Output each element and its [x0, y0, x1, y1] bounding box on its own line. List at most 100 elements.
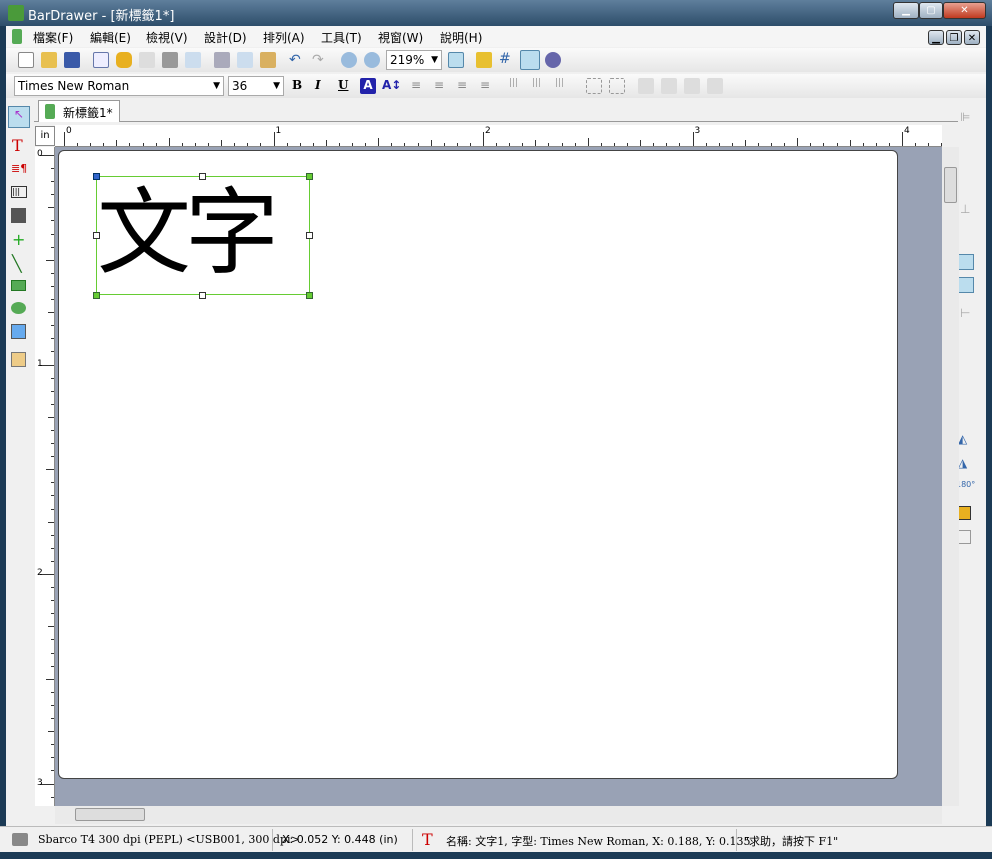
select-tool-icon[interactable]: ↖: [8, 106, 30, 128]
italic-button[interactable]: I: [315, 78, 331, 94]
ruler-tick: [404, 143, 406, 146]
group-icon[interactable]: [586, 78, 602, 94]
resize-handle[interactable]: [199, 173, 206, 180]
resize-handle[interactable]: [93, 232, 100, 239]
label-page[interactable]: 文字: [58, 150, 898, 779]
database-icon[interactable]: [116, 52, 132, 68]
ruler-icon[interactable]: [476, 52, 492, 68]
2d-barcode-tool-icon[interactable]: [11, 208, 26, 223]
resize-handle[interactable]: [306, 232, 313, 239]
mdi-minimize-button[interactable]: ▁: [928, 30, 944, 45]
underline-button[interactable]: U: [338, 78, 354, 94]
menu-file[interactable]: 檔案(F): [33, 29, 73, 46]
align-center-icon[interactable]: ≡: [434, 78, 450, 94]
ruler-tick: [600, 143, 602, 146]
text-tool-icon[interactable]: T: [12, 136, 23, 155]
send-back-icon[interactable]: [661, 78, 677, 94]
horizontal-scroll-thumb[interactable]: [75, 808, 145, 821]
print-icon[interactable]: [162, 52, 178, 68]
text-object[interactable]: 文字: [96, 176, 310, 295]
zoom-in-icon[interactable]: [341, 52, 357, 68]
ruler-tick: [51, 757, 54, 759]
minimize-button[interactable]: ▁: [893, 2, 919, 19]
ruler-tick: [692, 132, 694, 146]
anchor-handle[interactable]: [93, 173, 100, 180]
justify-icon[interactable]: ≡: [480, 78, 496, 94]
ruler-label: 0: [66, 126, 72, 136]
text-color-button[interactable]: A: [360, 78, 376, 94]
font-size-select[interactable]: 36 ▼: [228, 76, 284, 96]
menu-tools[interactable]: 工具(T): [321, 29, 362, 46]
cross-tool-icon[interactable]: +: [12, 230, 25, 249]
ellipse-tool-icon[interactable]: [11, 302, 26, 314]
align-right-icon[interactable]: ≡: [457, 78, 473, 94]
unlock-icon[interactable]: [958, 530, 971, 544]
table-icon[interactable]: [139, 52, 155, 68]
menu-help[interactable]: 說明(H): [440, 29, 482, 46]
align-center-icon[interactable]: ⊥: [960, 202, 970, 216]
zoom-out-icon[interactable]: [364, 52, 380, 68]
menu-design[interactable]: 設計(D): [204, 29, 247, 46]
zoom-select[interactable]: 219% ▼: [386, 50, 442, 70]
align-left-icon[interactable]: ≡: [411, 78, 427, 94]
maximize-button[interactable]: ▢: [919, 2, 943, 19]
flip-horizontal-icon[interactable]: ◭: [958, 432, 967, 446]
redo-icon[interactable]: ↷: [312, 52, 328, 68]
database-field-tool-icon[interactable]: [11, 352, 26, 367]
resize-handle[interactable]: [199, 292, 206, 299]
status-bar: Sbarco T4 300 dpi (PEPL) <USB001, 300 dp…: [0, 826, 992, 852]
open-icon[interactable]: [41, 52, 57, 68]
save-icon[interactable]: [64, 52, 80, 68]
copy-icon[interactable]: [237, 52, 253, 68]
cut-icon[interactable]: [214, 52, 230, 68]
vertical-scroll-thumb[interactable]: [944, 167, 957, 203]
barcode-tool-icon[interactable]: |||: [11, 186, 27, 198]
barcode-text-below-icon[interactable]: |||: [532, 78, 548, 94]
ruler-unit-button[interactable]: in: [35, 126, 55, 146]
print-preview-icon[interactable]: [185, 52, 201, 68]
font-select[interactable]: Times New Roman ▼: [14, 76, 224, 96]
menu-window[interactable]: 視窗(W): [378, 29, 423, 46]
image-tool-icon[interactable]: [11, 324, 26, 339]
ruler-tick: [221, 140, 223, 146]
mdi-restore-button[interactable]: ❐: [946, 30, 962, 45]
rectangle-tool-icon[interactable]: [11, 280, 26, 291]
paste-icon[interactable]: [260, 52, 276, 68]
same-width-icon[interactable]: ⊢: [960, 306, 970, 320]
grid-icon[interactable]: #: [499, 52, 515, 68]
design-canvas[interactable]: 文字: [55, 147, 942, 806]
properties-icon[interactable]: [545, 52, 561, 68]
ruler-tick: [784, 143, 786, 146]
tab-new-label[interactable]: 新標籤1*: [38, 100, 120, 122]
bring-front-icon[interactable]: [638, 78, 654, 94]
new-icon[interactable]: [18, 52, 34, 68]
menu-arrange[interactable]: 排列(A): [263, 29, 305, 46]
lock-icon[interactable]: [958, 506, 971, 520]
barcode-text-above-icon[interactable]: |||: [555, 78, 571, 94]
horizontal-scrollbar[interactable]: [55, 806, 942, 824]
flip-vertical-icon[interactable]: ◮: [958, 456, 967, 470]
send-backward-icon[interactable]: [707, 78, 723, 94]
resize-handle[interactable]: [306, 292, 313, 299]
paragraph-tool-icon[interactable]: ≣¶: [11, 162, 27, 175]
close-button[interactable]: ✕: [943, 2, 986, 19]
line-tool-icon[interactable]: ╲: [12, 254, 22, 273]
ruler-tick: [51, 299, 54, 301]
snap-icon[interactable]: [520, 50, 540, 70]
resize-handle[interactable]: [306, 173, 313, 180]
ruler-tick: [875, 143, 877, 146]
undo-icon[interactable]: ↶: [289, 52, 305, 68]
bold-button[interactable]: B: [292, 78, 308, 94]
bring-forward-icon[interactable]: [684, 78, 700, 94]
ungroup-icon[interactable]: [609, 78, 625, 94]
menu-edit[interactable]: 編輯(E): [90, 29, 131, 46]
barcode-icon[interactable]: |||: [509, 78, 525, 94]
menu-view[interactable]: 檢視(V): [146, 29, 188, 46]
page-setup-icon[interactable]: [93, 52, 109, 68]
resize-handle[interactable]: [93, 292, 100, 299]
vertical-scrollbar[interactable]: [942, 147, 959, 806]
align-left-edges-icon[interactable]: ⊫: [960, 110, 970, 124]
fit-page-icon[interactable]: [448, 52, 464, 68]
text-spacing-icon[interactable]: A↕: [382, 78, 401, 94]
mdi-close-button[interactable]: ✕: [964, 30, 980, 45]
